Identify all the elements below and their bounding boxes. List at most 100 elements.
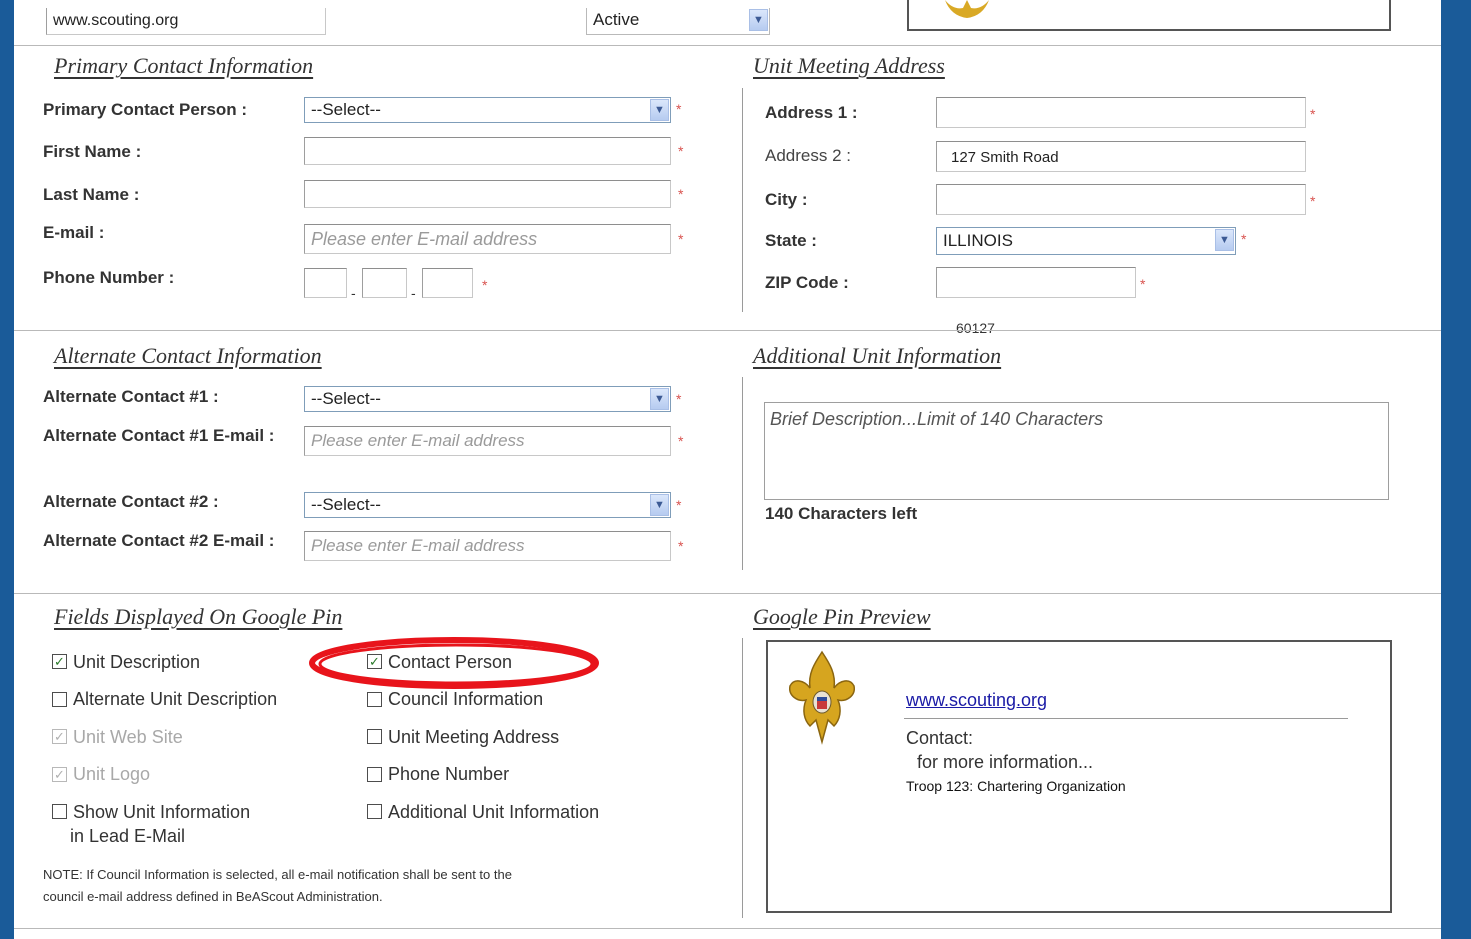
unit-logo-checkbox[interactable]: ✓ bbox=[52, 767, 67, 782]
chevron-down-icon[interactable]: ▼ bbox=[650, 494, 669, 516]
pin-preview-box: www.scouting.org Contact: for more infor… bbox=[766, 640, 1392, 913]
alternate-unit-description-label: Alternate Unit Description bbox=[73, 689, 278, 709]
form-page: www.scouting.org Active ▼ Primary Contac… bbox=[14, 0, 1441, 939]
logo-box-top bbox=[907, 0, 1391, 31]
city-label: City : bbox=[765, 190, 808, 209]
show-unit-info-label: Show Unit Information bbox=[73, 802, 251, 822]
unit-description-checkbox[interactable]: ✓ bbox=[52, 654, 67, 669]
description-textarea[interactable]: Brief Description...Limit of 140 Charact… bbox=[764, 402, 1389, 500]
column-divider bbox=[742, 377, 743, 570]
unit-meeting-address-heading: Unit Meeting Address bbox=[753, 53, 945, 78]
chevron-down-icon[interactable]: ▼ bbox=[650, 99, 669, 121]
unit-logo-label: Unit Logo bbox=[73, 764, 151, 784]
last-name-label: Last Name : bbox=[43, 185, 140, 204]
phone-number-option-label: Phone Number bbox=[388, 764, 510, 784]
address2-label: Address 2 : bbox=[765, 146, 851, 165]
chevron-down-icon[interactable]: ▼ bbox=[749, 9, 768, 31]
required-mark: * bbox=[678, 143, 684, 159]
highlight-ellipse bbox=[309, 637, 599, 689]
alternate-contact1-email-label: Alternate Contact #1 E-mail : bbox=[43, 426, 275, 445]
chevron-down-icon[interactable]: ▼ bbox=[650, 388, 669, 410]
alternate-contact2-label: Alternate Contact #2 : bbox=[43, 492, 219, 511]
primary-contact-person-label: Primary Contact Person : bbox=[43, 100, 248, 119]
pin-preview-link[interactable]: www.scouting.org bbox=[906, 690, 1047, 711]
chevron-down-icon[interactable]: ▼ bbox=[1215, 229, 1234, 251]
required-mark: * bbox=[678, 433, 684, 449]
pin-preview-more-info: for more information... bbox=[917, 752, 1094, 772]
primary-contact-person-select[interactable]: --Select-- ▼ bbox=[304, 97, 671, 123]
alternate-contact1-select[interactable]: --Select-- ▼ bbox=[304, 386, 671, 412]
alternate-contact-heading: Alternate Contact Information bbox=[54, 343, 322, 368]
phone-number-label: Phone Number : bbox=[43, 268, 175, 287]
state-label: State : bbox=[765, 231, 817, 250]
website-field[interactable]: www.scouting.org bbox=[46, 8, 326, 35]
show-unit-info-checkbox[interactable] bbox=[52, 804, 67, 819]
state-value: ILLINOIS bbox=[943, 231, 1013, 250]
additional-unit-info-heading: Additional Unit Information bbox=[753, 343, 1002, 368]
required-mark: * bbox=[676, 497, 682, 513]
column-divider bbox=[742, 88, 743, 312]
email-label: E-mail : bbox=[43, 223, 105, 242]
address1-label: Address 1 : bbox=[765, 103, 858, 122]
phone-separator: - bbox=[411, 285, 416, 301]
show-unit-info-label-line2: in Lead E-Mail bbox=[70, 826, 186, 846]
first-name-label: First Name : bbox=[43, 142, 142, 161]
status-select[interactable]: Active ▼ bbox=[586, 8, 770, 35]
status-value: Active bbox=[593, 10, 640, 29]
first-name-input[interactable] bbox=[304, 137, 671, 165]
phone-area-input[interactable] bbox=[304, 268, 347, 298]
scout-fleur-icon bbox=[789, 650, 855, 745]
divider-top bbox=[14, 45, 1441, 46]
additional-unit-info-option-label: Additional Unit Information bbox=[388, 802, 600, 822]
zip-code-label: ZIP Code : bbox=[765, 273, 849, 292]
phone-prefix-input[interactable] bbox=[362, 268, 407, 298]
required-mark: * bbox=[1310, 193, 1316, 209]
unit-meeting-address-checkbox[interactable] bbox=[367, 729, 382, 744]
council-note-line2: council e-mail address defined in BeASco… bbox=[43, 889, 383, 904]
unit-web-site-checkbox[interactable]: ✓ bbox=[52, 729, 67, 744]
phone-line-input[interactable] bbox=[422, 268, 473, 298]
zip-overflow-text: 60127 bbox=[956, 320, 995, 336]
unit-description-label: Unit Description bbox=[73, 652, 201, 672]
phone-separator: - bbox=[351, 285, 356, 301]
state-select[interactable]: ILLINOIS ▼ bbox=[936, 227, 1236, 255]
phone-number-checkbox[interactable] bbox=[367, 767, 382, 782]
required-mark: * bbox=[482, 277, 488, 293]
council-information-checkbox[interactable] bbox=[367, 692, 382, 707]
required-mark: * bbox=[676, 101, 682, 117]
google-pin-fields-heading: Fields Displayed On Google Pin bbox=[54, 604, 343, 629]
divider-bottom bbox=[14, 928, 1441, 929]
address1-input[interactable] bbox=[936, 97, 1306, 128]
description-placeholder: Brief Description...Limit of 140 Charact… bbox=[770, 409, 1104, 429]
unit-web-site-label: Unit Web Site bbox=[73, 727, 183, 747]
alternate-contact1-email-input[interactable]: Please enter E-mail address bbox=[304, 426, 671, 456]
council-information-label: Council Information bbox=[388, 689, 544, 709]
column-divider bbox=[742, 638, 743, 918]
alternate-contact2-email-input[interactable]: Please enter E-mail address bbox=[304, 531, 671, 561]
primary-contact-person-value: --Select-- bbox=[311, 100, 381, 119]
alternate-contact1-value: --Select-- bbox=[311, 389, 381, 408]
required-mark: * bbox=[1140, 276, 1146, 292]
alternate-unit-description-checkbox[interactable] bbox=[52, 692, 67, 707]
required-mark: * bbox=[678, 186, 684, 202]
primary-contact-heading: Primary Contact Information bbox=[54, 53, 314, 78]
zip-code-input[interactable] bbox=[936, 267, 1136, 298]
pin-preview-troop-line: Troop 123: Chartering Organization bbox=[906, 778, 1126, 794]
pin-preview-divider bbox=[904, 718, 1348, 719]
divider-mid bbox=[14, 330, 1441, 331]
characters-left-counter: 140 Characters left bbox=[765, 504, 918, 523]
alternate-contact2-select[interactable]: --Select-- ▼ bbox=[304, 492, 671, 518]
scout-fleur-icon-small bbox=[945, 0, 989, 18]
last-name-input[interactable] bbox=[304, 180, 671, 208]
address2-input[interactable]: 127 Smith Road bbox=[936, 141, 1306, 172]
required-mark: * bbox=[678, 538, 684, 554]
required-mark: * bbox=[1241, 231, 1247, 247]
additional-unit-info-checkbox[interactable] bbox=[367, 804, 382, 819]
alternate-contact2-value: --Select-- bbox=[311, 495, 381, 514]
city-input[interactable] bbox=[936, 184, 1306, 215]
required-mark: * bbox=[1310, 106, 1316, 122]
unit-meeting-address-option-label: Unit Meeting Address bbox=[388, 727, 560, 747]
council-note-line1: NOTE: If Council Information is selected… bbox=[43, 867, 512, 882]
email-input[interactable]: Please enter E-mail address bbox=[304, 224, 671, 254]
alternate-contact2-email-label: Alternate Contact #2 E-mail : bbox=[43, 531, 275, 550]
